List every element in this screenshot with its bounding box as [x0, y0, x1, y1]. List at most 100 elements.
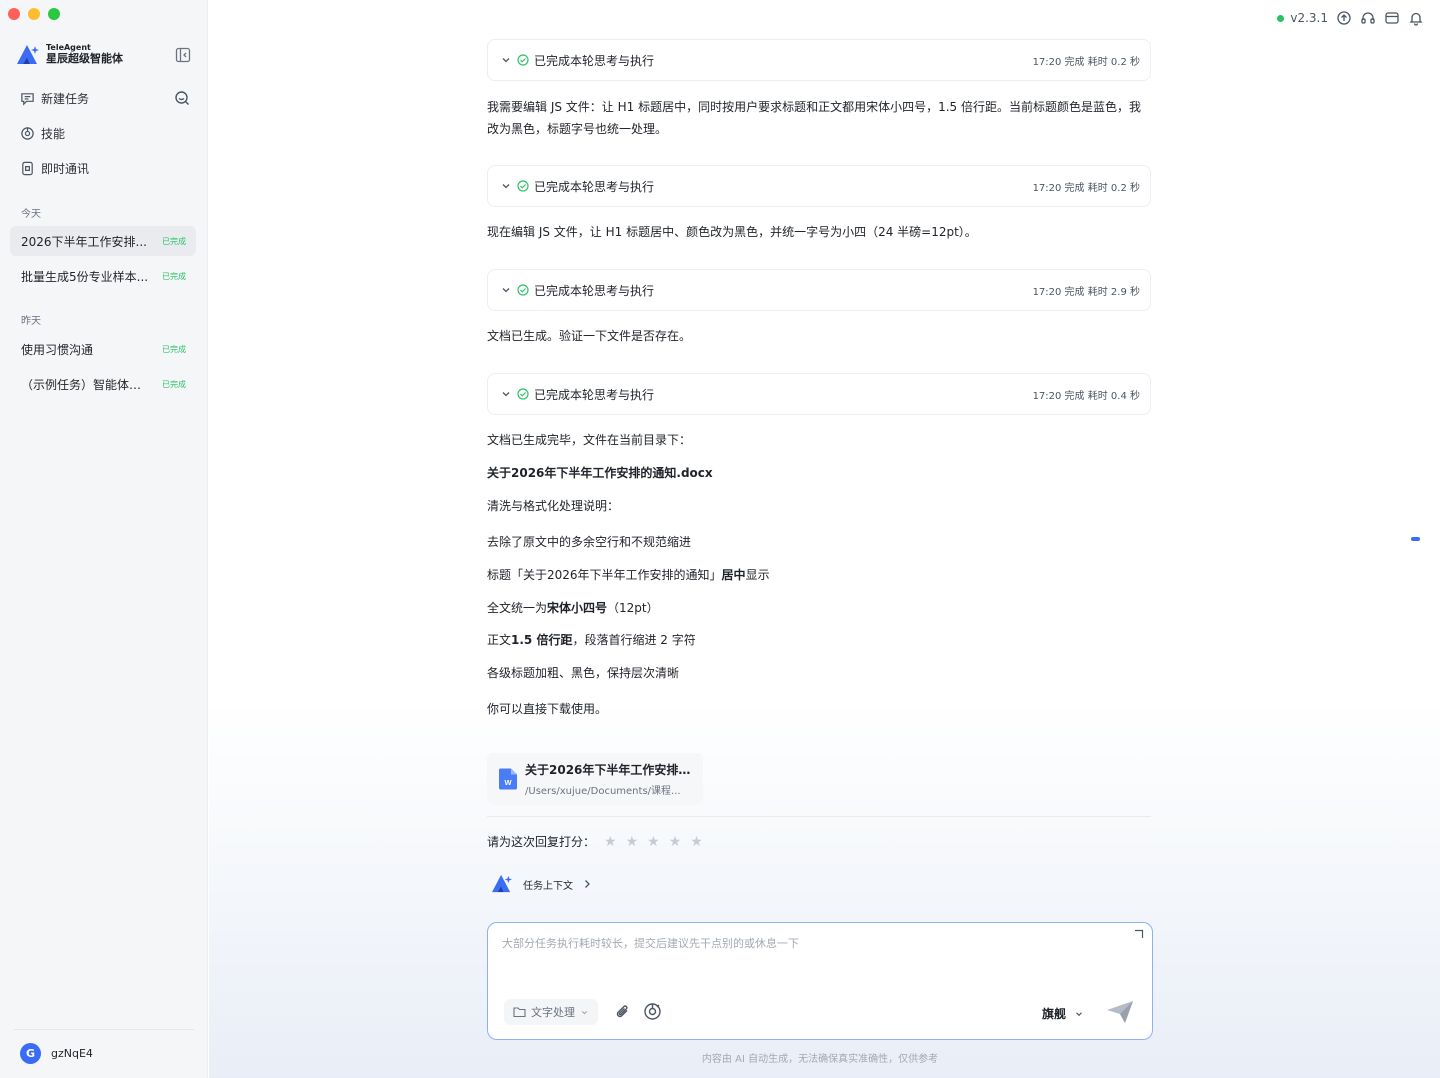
version-indicator: v2.3.1	[1277, 11, 1328, 25]
status-badge: 已完成	[162, 236, 186, 246]
task-context-label: 任务上下文	[523, 880, 573, 892]
check-circle-icon	[517, 54, 529, 66]
scroll-position-marker[interactable]	[1411, 537, 1420, 541]
assistant-message: 文档已生成。验证一下文件是否存在。	[487, 329, 692, 343]
search-icon[interactable]	[174, 90, 190, 106]
model-select[interactable]: 旗舰	[1042, 1005, 1084, 1022]
chevron-down-icon	[502, 58, 510, 63]
note-text: 显示	[745, 568, 770, 582]
task-item[interactable]: 使用习惯沟通 已完成	[10, 334, 196, 364]
minimize-window-button[interactable]	[28, 8, 40, 20]
task-item[interactable]: 批量生成5份专业样本... 已完成	[10, 261, 196, 291]
note-item: 标题「关于2026年下半年工作安排的通知」居中显示	[487, 564, 1151, 586]
task-title: 使用习惯沟通	[21, 342, 94, 357]
maximize-window-button[interactable]	[48, 8, 60, 20]
execution-step[interactable]: 已完成本轮思考与执行 17:20 完成 耗时 2.9 秒	[487, 269, 1151, 311]
execution-step[interactable]: 已完成本轮思考与执行 17:20 完成 耗时 0.2 秒	[487, 165, 1151, 207]
sidebar-item-label: 技能	[41, 127, 66, 141]
divider	[14, 1029, 194, 1030]
task-item[interactable]: 2026下半年工作安排... 已完成	[10, 226, 196, 256]
assistant-message: 我需要编辑 JS 文件：让 H1 标题居中，同时按用户要求标题和正文都用宋体小四…	[487, 100, 1141, 136]
step-time: 17:20 完成 耗时 0.2 秒	[1032, 56, 1140, 68]
execution-step[interactable]: 已完成本轮思考与执行 17:20 完成 耗时 0.4 秒	[487, 373, 1151, 415]
file-attachment-card[interactable]: W 关于2026年下半年工作安排... /Users/xujue/Documen…	[487, 753, 703, 805]
chevron-down-icon	[502, 392, 510, 397]
file-card-name: 关于2026年下半年工作安排...	[525, 763, 691, 777]
headset-icon[interactable]	[1360, 10, 1376, 26]
user-name: gzNqE4	[51, 1047, 93, 1060]
sidebar-item-messaging[interactable]: 即时通讯	[20, 160, 89, 177]
rating-label: 请为这次回复打分：	[487, 835, 596, 849]
brand-name: 星辰超级智能体	[46, 52, 123, 65]
file-card-path: /Users/xujue/Documents/课程...	[525, 786, 681, 797]
send-icon[interactable]	[1106, 1000, 1134, 1024]
version-label: v2.3.1	[1290, 11, 1328, 25]
category-label: 文字处理	[531, 1006, 575, 1019]
check-circle-icon	[517, 284, 529, 296]
chevron-down-icon	[581, 1010, 588, 1014]
online-status-dot	[1277, 14, 1285, 22]
step-time: 17:20 完成 耗时 2.9 秒	[1032, 286, 1140, 298]
group-label-yesterday: 昨天	[21, 316, 41, 327]
task-title: 2026下半年工作安排...	[21, 234, 147, 249]
group-label-today: 今天	[21, 209, 41, 220]
star-icon[interactable]: ★	[669, 834, 682, 850]
top-toolbar: v2.3.1	[1277, 10, 1424, 26]
step-label: 已完成本轮思考与执行	[534, 387, 655, 402]
collapse-sidebar-icon[interactable]	[175, 47, 191, 63]
rating-row: 请为这次回复打分： ★ ★ ★ ★ ★	[487, 833, 703, 850]
step-label: 已完成本轮思考与执行	[534, 179, 655, 194]
composer-input[interactable]: 大部分任务执行耗时较长，提交后建议先干点别的或休息一下	[502, 935, 799, 951]
brand-subtitle: TeleAgent	[46, 43, 91, 52]
paperclip-icon[interactable]	[614, 1003, 632, 1021]
star-icon[interactable]: ★	[690, 834, 703, 850]
star-icon[interactable]: ★	[626, 834, 639, 850]
sidebar-item-new-task[interactable]: 新建任务	[20, 90, 89, 107]
task-item[interactable]: （示例任务）智能体招... 已完成	[10, 369, 196, 399]
task-context-link[interactable]: 任务上下文	[491, 874, 591, 894]
svg-text:W: W	[504, 778, 512, 787]
status-badge: 已完成	[162, 344, 186, 354]
chevron-right-icon	[585, 880, 590, 888]
chevron-down-icon	[502, 184, 510, 189]
star-icon[interactable]: ★	[647, 834, 660, 850]
step-label: 已完成本轮思考与执行	[534, 53, 655, 68]
note-item: 各级标题加粗、黑色，保持层次清晰	[487, 666, 680, 680]
agent-logo-icon	[492, 874, 512, 893]
task-title: 批量生成5份专业样本...	[21, 269, 149, 284]
message-icon	[22, 161, 33, 176]
note-item: 去除了原文中的多余空行和不规范缩进	[487, 535, 692, 549]
notes-title: 清洗与格式化处理说明：	[487, 499, 620, 513]
category-select[interactable]: 文字处理	[504, 999, 598, 1025]
sidebar-item-label: 新建任务	[41, 92, 90, 106]
avatar: G	[20, 1043, 41, 1064]
expand-icon[interactable]	[1134, 929, 1144, 939]
skill-icon[interactable]	[643, 1002, 662, 1021]
note-text: （12pt）	[607, 601, 659, 615]
task-title: （示例任务）智能体招...	[21, 377, 151, 392]
upload-icon[interactable]	[1336, 10, 1352, 26]
assistant-message: 文档已生成完毕，文件在当前目录下：	[487, 433, 692, 447]
assistant-message: 现在编辑 JS 文件，让 H1 标题居中、颜色改为黑色，并统一字号为小四（24 …	[487, 225, 977, 239]
model-label: 旗舰	[1041, 1007, 1066, 1021]
status-badge: 已完成	[162, 271, 186, 281]
folder-icon[interactable]	[1384, 10, 1400, 26]
note-emphasis: 居中	[721, 568, 746, 582]
new-task-icon	[21, 93, 34, 106]
check-circle-icon	[517, 388, 529, 400]
sidebar: TeleAgent 星辰超级智能体 新建任务 技能 即时通讯 今天 2026下半…	[0, 0, 208, 1078]
note-item: 全文统一为宋体小四号（12pt）	[487, 597, 1151, 619]
execution-step[interactable]: 已完成本轮思考与执行 17:20 完成 耗时 0.2 秒	[487, 39, 1151, 81]
star-icon[interactable]: ★	[604, 834, 617, 850]
status-badge: 已完成	[162, 379, 186, 389]
note-item: 正文1.5 倍行距，段落首行缩进 2 字符	[487, 629, 1151, 651]
word-document-icon: W	[499, 768, 517, 790]
bell-icon[interactable]	[1408, 10, 1424, 26]
close-window-button[interactable]	[8, 8, 20, 20]
note-text: 正文	[487, 633, 512, 647]
note-text: 标题「关于2026年下半年工作安排的通知」	[487, 568, 722, 582]
sidebar-item-skills[interactable]: 技能	[20, 125, 65, 142]
file-name-bold: 关于2026年下半年工作安排的通知.docx	[487, 466, 713, 480]
message-composer[interactable]: 大部分任务执行耗时较长，提交后建议先干点别的或休息一下 文字处理 旗舰	[487, 922, 1153, 1040]
user-profile[interactable]: G gzNqE4	[20, 1043, 93, 1064]
